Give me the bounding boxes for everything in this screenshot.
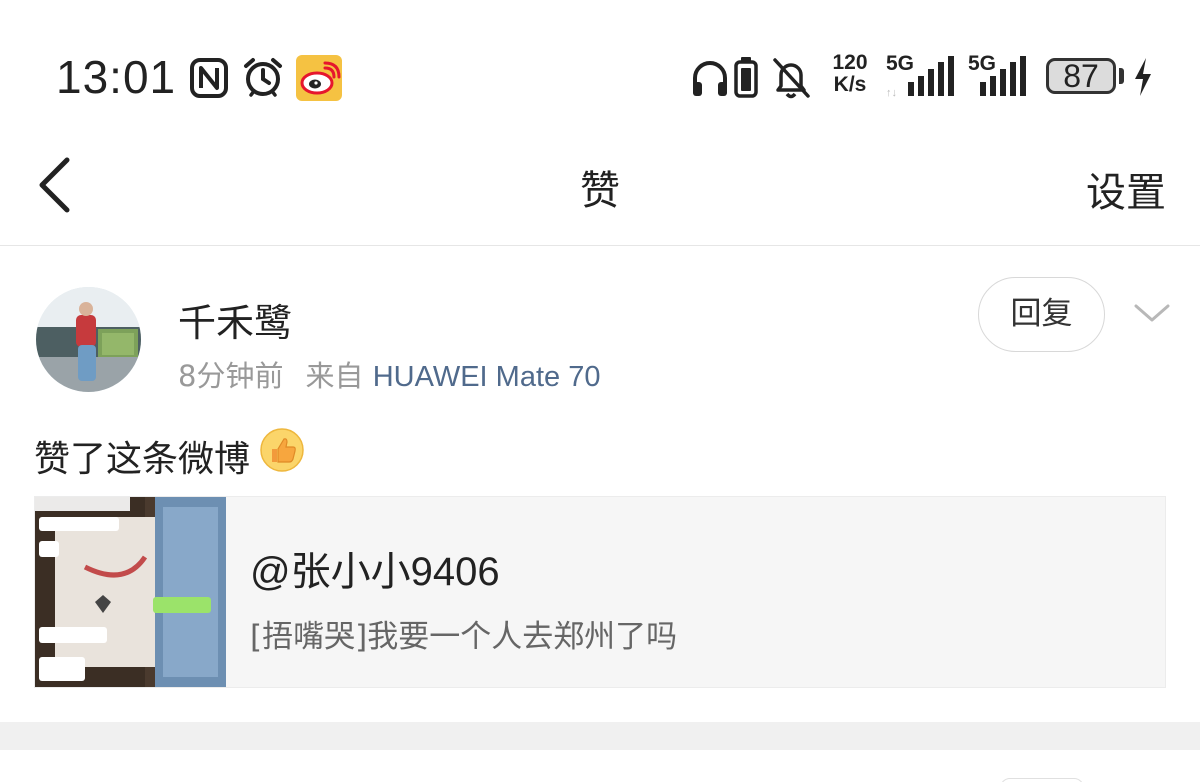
network-speed-value: 120 bbox=[832, 51, 868, 74]
battery-level: 87 bbox=[1063, 58, 1099, 94]
network-speed-unit: K/s bbox=[833, 73, 867, 96]
headphones-icon bbox=[693, 61, 727, 96]
next-reply-button[interactable] bbox=[1000, 778, 1084, 782]
device-source[interactable]: HUAWEI Mate 70 bbox=[373, 361, 601, 393]
quoted-post-author[interactable]: @张小小9406 bbox=[250, 539, 500, 597]
svg-text:↑↓: ↑↓ bbox=[886, 87, 897, 98]
chevron-down-icon[interactable] bbox=[1132, 298, 1172, 328]
mute-icon bbox=[773, 58, 810, 99]
thumbs-up-icon bbox=[260, 428, 304, 472]
quoted-post-card[interactable]: @张小小9406 [捂嘴哭]我要一个人去郑州了吗 bbox=[34, 496, 1166, 688]
quoted-post-text: [捂嘴哭]我要一个人去郑州了吗 bbox=[250, 619, 678, 655]
source-prefix: 来自 bbox=[305, 359, 364, 393]
nfc-icon bbox=[190, 58, 228, 98]
5g-signal-icon: ↑↓ bbox=[886, 56, 954, 98]
username[interactable]: 千禾鹭 bbox=[178, 292, 292, 347]
charging-bolt-icon bbox=[1135, 58, 1151, 96]
action-text: 赞了这条微博 bbox=[34, 439, 251, 480]
status-time: 13:01 bbox=[56, 51, 177, 103]
network-speed: 120 K/s bbox=[826, 52, 874, 96]
post-meta: 8分钟前 来自 HUAWEI Mate 70 bbox=[178, 353, 600, 395]
post-time: 8分钟前 bbox=[178, 359, 284, 393]
alarm-icon bbox=[244, 58, 282, 97]
weibo-app-icon bbox=[296, 55, 342, 101]
page-title: 赞 bbox=[580, 168, 620, 214]
like-notification-item[interactable]: 千禾鹭 8分钟前 来自 HUAWEI Mate 70 回复 赞了这条微博 @张小… bbox=[0, 246, 1200, 722]
quoted-post-thumbnail[interactable] bbox=[35, 497, 226, 687]
battery-tip bbox=[1119, 68, 1124, 84]
battery-indicator: 87 bbox=[1046, 58, 1116, 94]
nav-bar: 赞 设置 bbox=[0, 120, 1200, 246]
avatar[interactable] bbox=[36, 287, 141, 392]
section-divider bbox=[0, 722, 1200, 750]
reply-button[interactable]: 回复 bbox=[978, 277, 1105, 352]
5g-signal-icon bbox=[980, 56, 1026, 96]
battery-saver-icon bbox=[734, 57, 758, 98]
notification-page: 13:01 120 K/s 5G ↑↓ 5G 87 赞 设置 千禾鹭 8分钟前 … bbox=[0, 0, 1200, 782]
settings-button[interactable]: 设置 bbox=[1086, 160, 1166, 218]
status-bar: 13:01 120 K/s 5G ↑↓ 5G 87 bbox=[0, 0, 1200, 120]
